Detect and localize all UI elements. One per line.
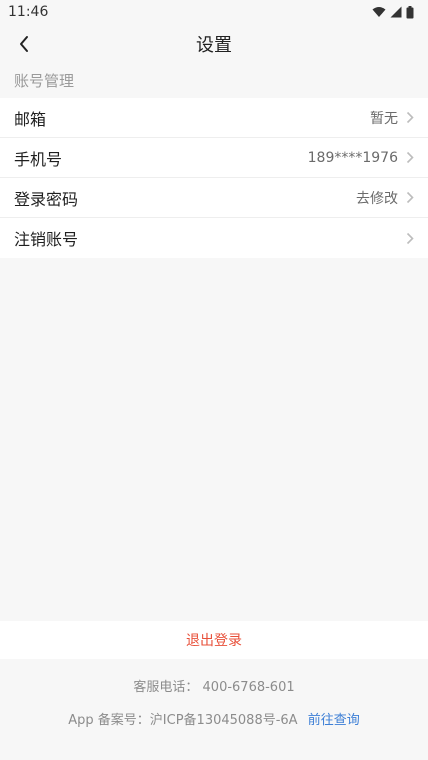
footer-icp-text: App 备案号：沪ICP备13045088号-6A bbox=[68, 713, 298, 728]
row-delete-account-label: 注销账号 bbox=[14, 230, 79, 249]
signal-icon bbox=[390, 6, 402, 18]
row-phone-value: 189****1976 bbox=[307, 149, 398, 166]
footer-icp: App 备案号：沪ICP备13045088号-6A 前往查询 bbox=[0, 709, 428, 728]
row-email-value: 暂无 bbox=[370, 110, 398, 127]
chevron-right-icon bbox=[406, 232, 414, 245]
status-bar: 11:46 bbox=[0, 0, 428, 24]
row-email-label: 邮箱 bbox=[14, 109, 47, 129]
row-password[interactable]: 登录密码 去修改 bbox=[0, 178, 428, 218]
logout-button[interactable]: 退出登录 bbox=[0, 621, 428, 659]
icp-query-link[interactable]: 前往查询 bbox=[308, 713, 360, 728]
row-phone-label: 手机号 bbox=[14, 149, 63, 169]
row-email[interactable]: 邮箱 暂无 bbox=[0, 98, 428, 138]
row-phone[interactable]: 手机号 189****1976 bbox=[0, 138, 428, 178]
footer-phone: 客服电话： 400-6768-601 bbox=[0, 676, 428, 695]
back-button[interactable] bbox=[10, 30, 38, 58]
row-password-label: 登录密码 bbox=[14, 189, 79, 209]
wifi-icon bbox=[372, 7, 386, 17]
logout-label: 退出登录 bbox=[186, 633, 242, 649]
chevron-left-icon bbox=[20, 36, 28, 52]
chevron-right-icon bbox=[406, 191, 414, 204]
chevron-right-icon bbox=[406, 111, 414, 124]
page-title: 设置 bbox=[196, 35, 232, 56]
footer-phone-label: 客服电话： bbox=[133, 680, 199, 695]
row-password-value: 去修改 bbox=[356, 190, 398, 207]
chevron-right-icon bbox=[406, 151, 414, 164]
status-icons bbox=[372, 5, 414, 19]
settings-list: 邮箱 暂无 手机号 189****1976 登录密码 去修改 注销账号 bbox=[0, 98, 428, 258]
battery-icon bbox=[406, 5, 414, 18]
row-delete-account[interactable]: 注销账号 bbox=[0, 218, 428, 258]
nav-bar: 设置 bbox=[0, 24, 428, 64]
section-header-account: 账号管理 bbox=[14, 72, 75, 90]
footer-phone-number[interactable]: 400-6768-601 bbox=[203, 680, 295, 695]
status-time: 11:46 bbox=[8, 4, 49, 20]
